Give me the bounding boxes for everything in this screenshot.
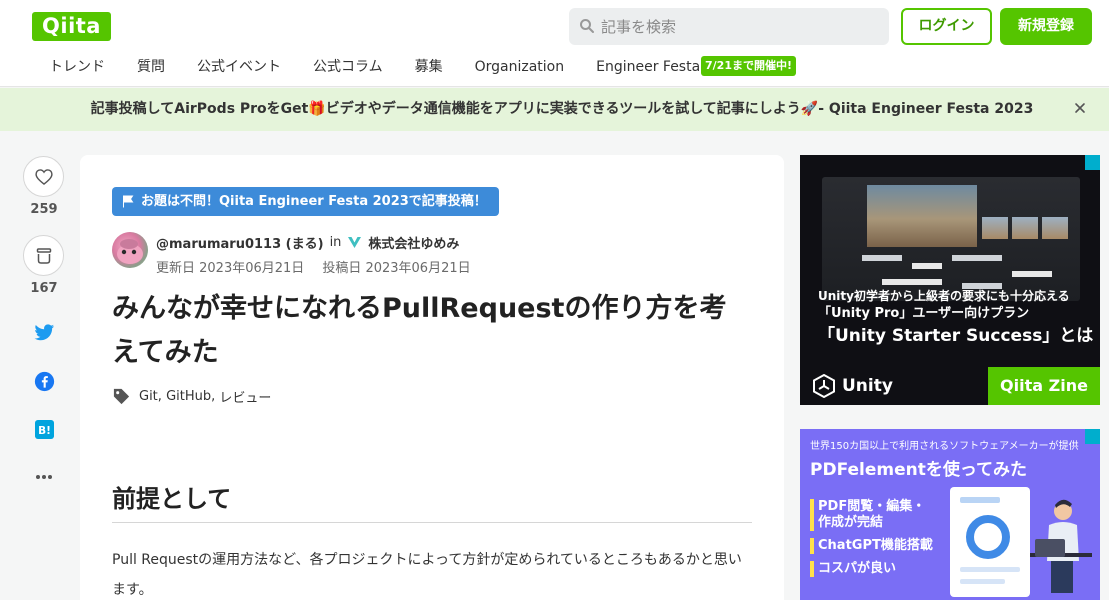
author-in: in bbox=[329, 235, 342, 250]
author-name[interactable]: @marumaru0113 (まる) bbox=[156, 233, 324, 252]
tag-separator: , bbox=[157, 389, 167, 404]
site-header: Qiita ログイン 新規登録 トレンド 質問 公式イベント 公式コラム 募集 … bbox=[0, 0, 1109, 87]
updated-date: 更新日 2023年06月21日 bbox=[156, 261, 305, 276]
search-icon bbox=[580, 19, 594, 33]
qiita-logo[interactable]: Qiita bbox=[32, 12, 111, 41]
ad-editor-screenshot bbox=[822, 177, 1080, 301]
nav-item-official-columns[interactable]: 公式コラム bbox=[297, 56, 399, 78]
more-icon[interactable] bbox=[33, 466, 55, 488]
svg-text:B!: B! bbox=[38, 424, 51, 436]
organization-name[interactable]: 株式会社ゆめみ bbox=[368, 233, 459, 252]
ad-choices-icon[interactable] bbox=[1085, 155, 1100, 170]
ad2-title: PDFelementを使ってみた bbox=[810, 460, 1028, 480]
ad2-bullet: コスパが良い bbox=[810, 561, 936, 577]
promo-banner[interactable]: 記事投稿してAirPods ProをGet🎁ビデオやデータ通信機能をアプリに実装… bbox=[0, 88, 1109, 131]
organization-logo-icon[interactable] bbox=[347, 236, 362, 249]
ad2-person-illustration bbox=[1025, 491, 1095, 600]
posted-date: 投稿日 2023年06月21日 bbox=[322, 261, 471, 276]
hatena-bookmark-icon[interactable]: B! bbox=[33, 418, 55, 440]
tag-github[interactable]: GitHub bbox=[166, 389, 211, 404]
tag-icon bbox=[113, 388, 130, 405]
facebook-icon[interactable] bbox=[33, 370, 55, 392]
article-card: お題は不問！Qiita Engineer Festa 2023で記事投稿！ @m… bbox=[80, 155, 784, 600]
author-avatar[interactable] bbox=[112, 232, 148, 268]
main-nav: トレンド 質問 公式イベント 公式コラム 募集 Organization Eng… bbox=[33, 56, 716, 78]
like-button[interactable] bbox=[23, 156, 64, 197]
ad-headline: Unity初学者から上級者の要求にも十分応える 「Unity Pro」ユーザー向… bbox=[818, 287, 1094, 349]
flag-icon bbox=[123, 195, 134, 208]
nav-item-questions[interactable]: 質問 bbox=[121, 56, 181, 78]
unity-brand-text: Unity bbox=[842, 376, 893, 396]
close-icon[interactable] bbox=[1072, 100, 1088, 116]
search-box[interactable] bbox=[569, 8, 889, 45]
stock-icon bbox=[36, 247, 51, 264]
login-button[interactable]: ログイン bbox=[901, 8, 992, 45]
signup-button[interactable]: 新規登録 bbox=[1000, 8, 1092, 45]
stock-button[interactable] bbox=[23, 235, 64, 276]
like-count: 259 bbox=[30, 202, 58, 217]
unity-logo-icon bbox=[813, 374, 835, 398]
ad-choices-icon[interactable] bbox=[1085, 429, 1100, 444]
ad2-bullet: PDF閲覧・編集・作成が完結 bbox=[810, 499, 936, 531]
ad2-document-illustration bbox=[950, 487, 1030, 597]
unity-ad[interactable]: Unity初学者から上級者の要求にも十分応える 「Unity Pro」ユーザー向… bbox=[800, 155, 1100, 405]
tag-separator: , bbox=[211, 389, 220, 404]
nav-item-engineer-festa[interactable]: Engineer Festa bbox=[580, 56, 716, 78]
article-dates: 更新日 2023年06月21日 投稿日 2023年06月21日 bbox=[156, 257, 471, 276]
ad2-bullets: PDF閲覧・編集・作成が完結 ChatGPT機能搭載 コスパが良い bbox=[810, 499, 936, 584]
article-tags: Git, GitHub, レビュー bbox=[112, 387, 271, 406]
stock-count: 167 bbox=[30, 281, 58, 296]
section-heading: 前提として bbox=[112, 479, 752, 523]
tag-git[interactable]: Git bbox=[139, 389, 158, 404]
tag-review[interactable]: レビュー bbox=[219, 387, 271, 406]
event-tag-banner[interactable]: お題は不問！Qiita Engineer Festa 2023で記事投稿！ bbox=[112, 187, 499, 216]
unity-brand: Unity bbox=[800, 367, 988, 405]
pdfelement-ad[interactable]: 世界150カ国以上で利用されるソフトウェアメーカーが提供 PDFelementを… bbox=[800, 429, 1100, 600]
nav-item-organization[interactable]: Organization bbox=[459, 56, 581, 78]
nav-item-official-events[interactable]: 公式イベント bbox=[181, 56, 297, 78]
heart-icon bbox=[34, 168, 53, 185]
ad2-bullet: ChatGPT機能搭載 bbox=[810, 538, 936, 554]
article-title: みんなが幸せになれるPullRequestの作り方を考えてみた bbox=[112, 293, 727, 368]
nav-item-recruit[interactable]: 募集 bbox=[399, 56, 459, 78]
article-paragraph: Pull Requestの運用方法など、各プロジェクトによって方針が定められてい… bbox=[112, 552, 742, 598]
article-actions: 259 167 bbox=[23, 156, 65, 296]
festa-badge: 7/21まで開催中! bbox=[701, 56, 796, 76]
ad-line-1: Unity初学者から上級者の要求にも十分応える bbox=[818, 289, 1070, 303]
twitter-icon[interactable] bbox=[33, 322, 55, 344]
event-tag-text: お題は不問！Qiita Engineer Festa 2023で記事投稿！ bbox=[141, 194, 487, 209]
author-line: @marumaru0113 (まる) in 株式会社ゆめみ bbox=[156, 233, 459, 252]
qiita-zine-brand: Qiita Zine bbox=[988, 367, 1100, 405]
promo-banner-text[interactable]: 記事投稿してAirPods ProをGet🎁ビデオやデータ通信機能をアプリに実装… bbox=[0, 88, 1109, 131]
ad-line-2: 「Unity Pro」ユーザー向けプラン bbox=[818, 306, 1030, 321]
search-input[interactable] bbox=[601, 8, 881, 45]
ad-line-3: 「Unity Starter Success」とは bbox=[818, 326, 1094, 346]
nav-item-trend[interactable]: トレンド bbox=[33, 56, 121, 78]
ad2-small-text: 世界150カ国以上で利用されるソフトウェアメーカーが提供 bbox=[810, 441, 1079, 452]
